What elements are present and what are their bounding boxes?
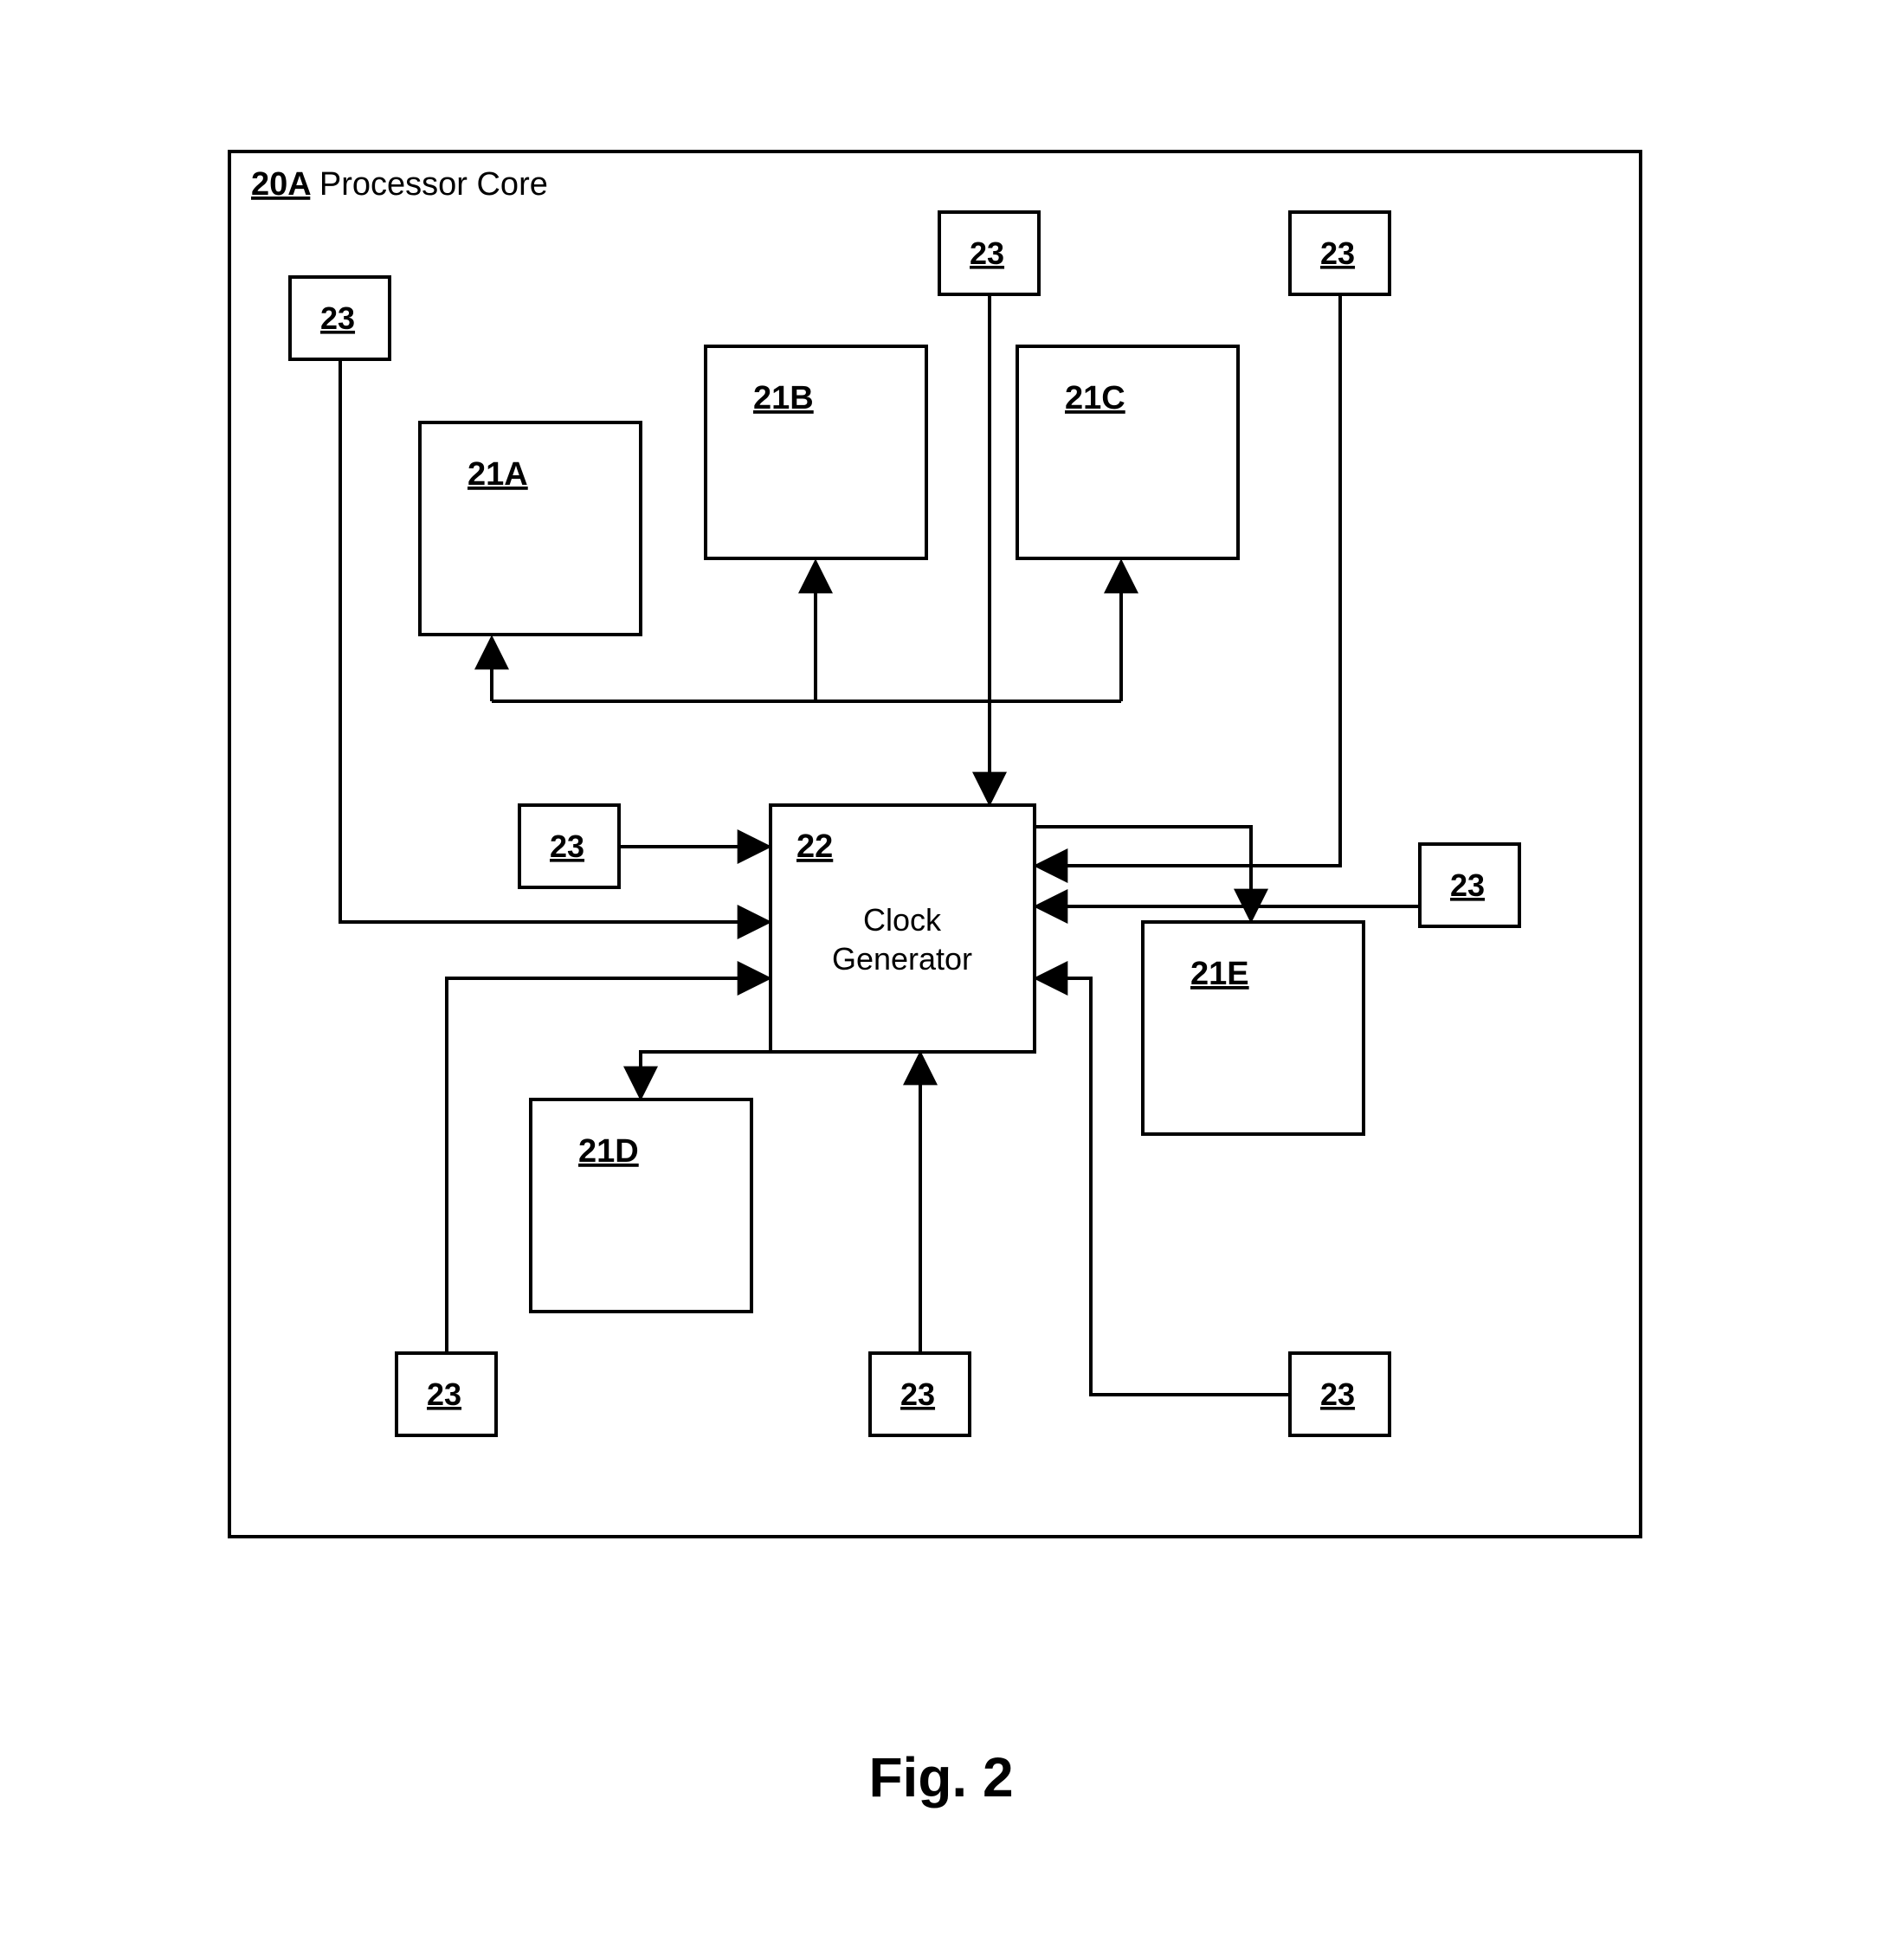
arrow-22-to-21d — [641, 1052, 796, 1095]
sensor-bottom-middle-label: 23 — [900, 1377, 935, 1412]
sensor-top-middle-label: 23 — [970, 235, 1004, 271]
clock-generator-name1: Clock — [863, 902, 942, 938]
sensor-top-right-label: 23 — [1320, 235, 1355, 271]
block-21a-label: 21A — [468, 456, 528, 493]
sensor-bottom-left-label: 23 — [427, 1377, 461, 1412]
block-21e-label: 21E — [1190, 956, 1249, 992]
sensor-mid-left-label: 23 — [550, 828, 584, 864]
arrow-22-to-21e — [1035, 827, 1251, 918]
block-21d-label: 21D — [578, 1133, 639, 1170]
block-21d — [531, 1099, 751, 1312]
clock-generator-ref: 22 — [796, 828, 833, 865]
block-21a — [420, 422, 641, 635]
processor-core-title: 20A Processor Core — [251, 166, 548, 203]
figure-caption: Fig. 2 — [868, 1746, 1013, 1808]
sensor-top-left-label: 23 — [320, 300, 355, 336]
block-21b-label: 21B — [753, 380, 814, 416]
block-21c-label: 21C — [1065, 380, 1125, 416]
sensor-mid-right-label: 23 — [1450, 867, 1485, 903]
diagram-canvas: 20A Processor Core 21A 21B 21C 21D 21E 2… — [0, 0, 1883, 1960]
clock-generator-name2: Generator — [832, 941, 972, 977]
sensor-bottom-right-label: 23 — [1320, 1377, 1355, 1412]
block-21e — [1143, 922, 1364, 1134]
block-21c — [1017, 346, 1238, 558]
block-21b — [706, 346, 926, 558]
